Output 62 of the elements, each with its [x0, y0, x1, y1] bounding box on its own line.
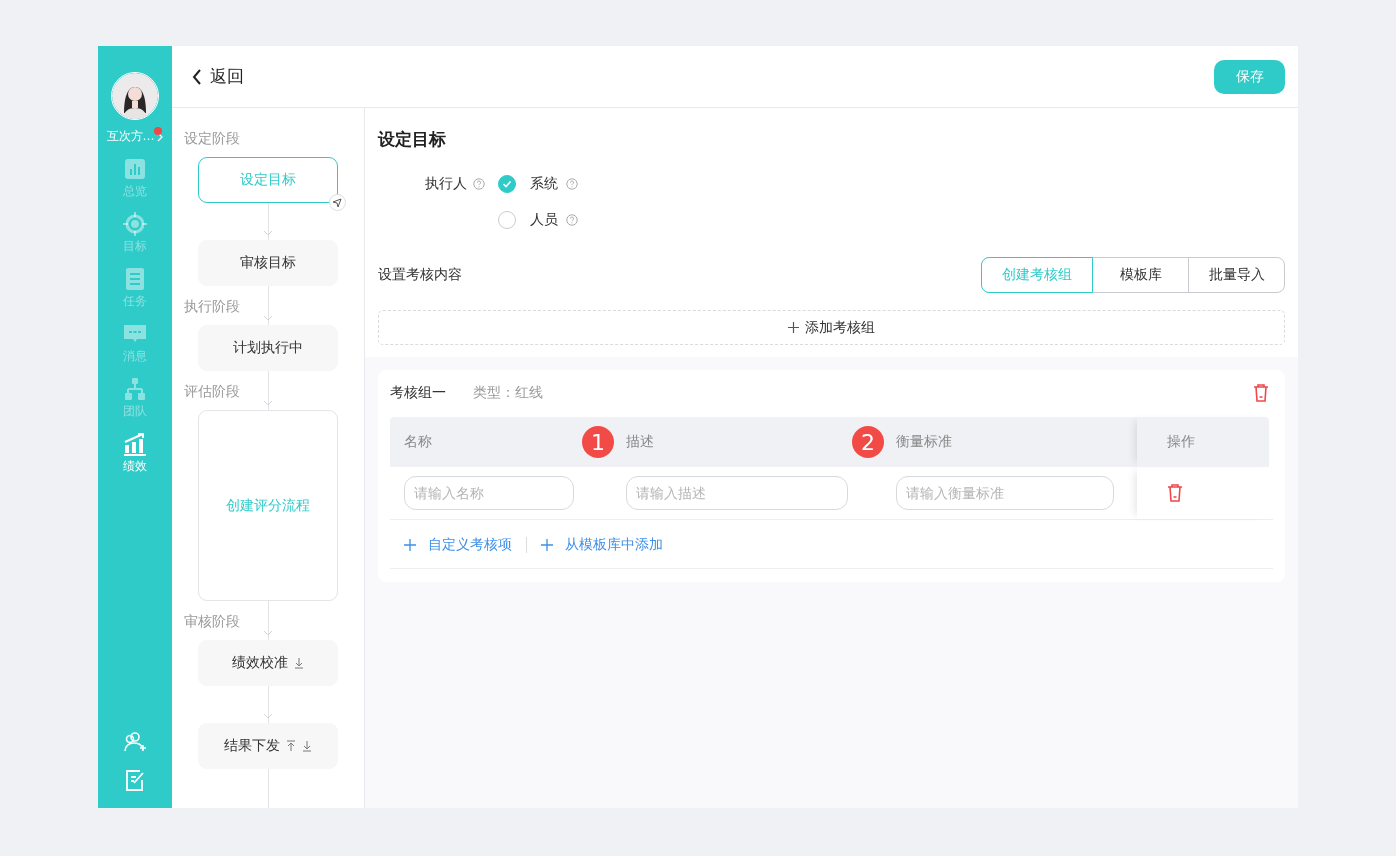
phase-label: 设定阶段 — [184, 128, 240, 148]
add-link[interactable]: 从模板库中添加 — [541, 536, 663, 554]
check-icon — [502, 179, 512, 189]
delete-icon[interactable] — [1167, 484, 1183, 502]
step-node[interactable]: 审核目标 — [198, 240, 338, 286]
input-field[interactable]: 请输入名称 — [404, 476, 574, 510]
radio-button[interactable] — [498, 175, 516, 193]
arrowhead-icon — [263, 230, 273, 236]
segment-tab[interactable]: 模板库 — [1092, 257, 1189, 293]
field-label: 执行人 — [425, 175, 467, 193]
growth-chart-icon — [123, 432, 147, 456]
step-node[interactable]: 绩效校准 — [198, 640, 338, 686]
section-title: 设定目标 — [378, 128, 447, 151]
send-icon[interactable] — [329, 194, 346, 211]
help-icon[interactable] — [473, 178, 485, 190]
arrowhead-icon — [263, 315, 273, 321]
group-type: 类型：红线 — [473, 384, 543, 402]
arrowhead-icon — [263, 630, 273, 636]
step-node[interactable]: 设定目标 — [198, 157, 338, 203]
arrowhead-icon — [263, 713, 273, 719]
move-up-icon[interactable] — [286, 740, 296, 752]
edit-icon[interactable] — [123, 768, 147, 792]
phase-label: 评估阶段 — [184, 381, 240, 401]
phase-label: 审核阶段 — [184, 611, 240, 631]
target-icon — [123, 212, 147, 236]
org-chart-icon — [123, 377, 147, 401]
radio-label[interactable]: 系统 — [530, 175, 558, 193]
column-header: 名称 — [404, 433, 432, 451]
plus-icon — [788, 322, 799, 333]
plus-icon — [541, 539, 553, 551]
add-user-icon[interactable] — [123, 730, 147, 754]
phase-label: 执行阶段 — [184, 296, 240, 316]
group-title: 考核组一 — [390, 384, 446, 402]
back-button[interactable]: 返回 — [192, 65, 244, 88]
radio-button[interactable] — [498, 211, 516, 229]
column-header: 衡量标准 — [896, 433, 952, 451]
list-icon — [123, 267, 147, 291]
delete-icon[interactable] — [1253, 384, 1269, 402]
column-header: 操作 — [1167, 433, 1195, 451]
user-name[interactable]: 互次方… — [106, 128, 155, 145]
column-header: 描述 — [626, 433, 654, 451]
help-icon[interactable] — [566, 178, 578, 190]
add-group-button[interactable]: 添加考核组 — [378, 310, 1285, 345]
input-field[interactable]: 请输入描述 — [626, 476, 848, 510]
help-icon[interactable] — [566, 214, 578, 226]
move-down-icon[interactable] — [302, 740, 312, 752]
bar-chart-icon — [123, 157, 147, 181]
segment-tab[interactable]: 批量导入 — [1188, 257, 1285, 293]
section-label: 设置考核内容 — [378, 266, 462, 284]
step-node[interactable]: 计划执行中 — [198, 325, 338, 371]
plus-icon — [404, 539, 416, 551]
arrowhead-icon — [263, 400, 273, 406]
segment-tab[interactable]: 创建考核组 — [981, 257, 1093, 293]
step-card[interactable]: 创建评分流程 — [198, 410, 338, 601]
add-link[interactable]: 自定义考核项 — [404, 536, 512, 554]
save-button[interactable]: 保存 — [1214, 59, 1285, 94]
chevron-left-icon — [192, 68, 202, 85]
nav-item[interactable]: 绩效 — [123, 432, 147, 475]
input-field[interactable]: 请输入衡量标准 — [896, 476, 1114, 510]
step-node[interactable]: 结果下发 — [198, 723, 338, 769]
radio-label[interactable]: 人员 — [530, 211, 558, 229]
move-down-icon[interactable] — [294, 657, 304, 669]
